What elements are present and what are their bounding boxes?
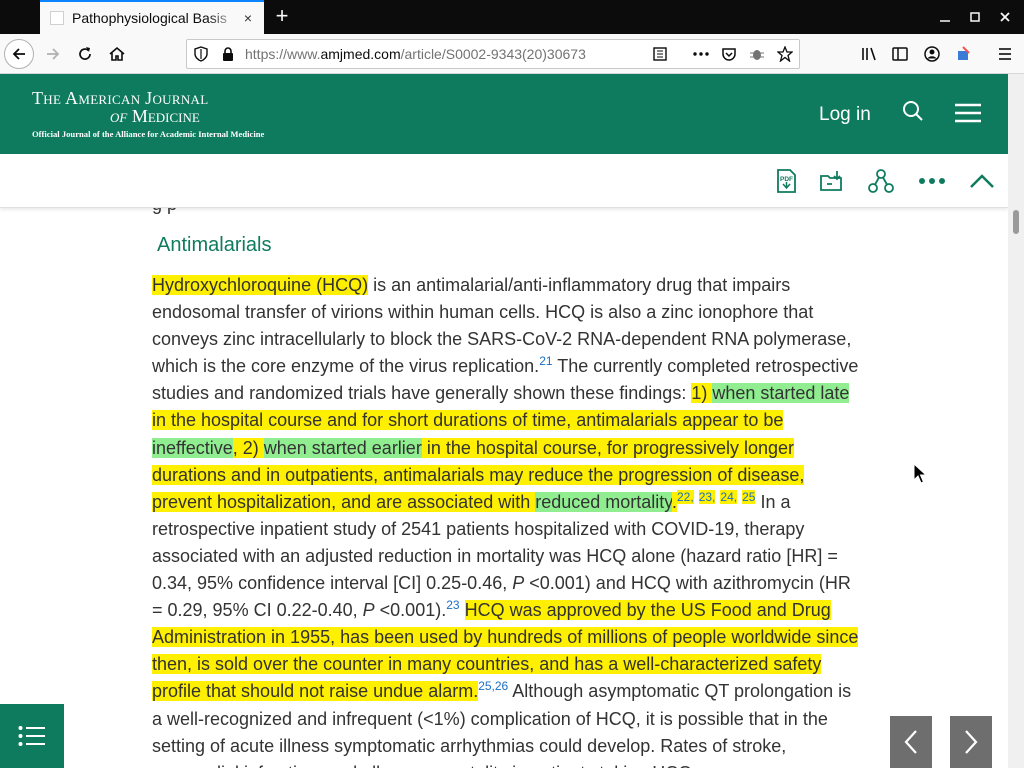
chevron-right-icon bbox=[965, 730, 978, 754]
back-arrow-icon bbox=[12, 48, 25, 60]
highlight-text: , 2) bbox=[232, 437, 264, 458]
table-of-contents-button[interactable] bbox=[0, 704, 64, 768]
highlight-text: Hydroxychloroquine (HCQ) bbox=[152, 275, 369, 295]
next-article-button[interactable] bbox=[950, 716, 992, 768]
window-minimize-button[interactable] bbox=[930, 0, 960, 34]
svg-text:PDF: PDF bbox=[780, 176, 793, 183]
logo-of: of bbox=[110, 106, 128, 126]
highlight-text-green: when started late bbox=[712, 383, 850, 404]
paragraph-text: <0.001). bbox=[374, 600, 447, 621]
folder-download-icon bbox=[820, 171, 842, 191]
sidebar-icon bbox=[892, 47, 908, 61]
bookmark-star-icon[interactable] bbox=[777, 46, 793, 62]
more-options-button[interactable] bbox=[917, 166, 947, 196]
url-path: /article/S0002-9343(20)30673 bbox=[400, 46, 586, 62]
library-icon bbox=[862, 47, 876, 61]
share-network-icon bbox=[868, 169, 894, 193]
section-title: Antimalarials bbox=[157, 234, 272, 256]
close-icon bbox=[1000, 12, 1010, 22]
page-favicon-icon bbox=[50, 11, 64, 25]
highlight-text-green: reduced mortality bbox=[535, 491, 672, 512]
p-value-symbol: P bbox=[362, 600, 375, 621]
home-button[interactable] bbox=[102, 39, 132, 69]
save-to-folder-button[interactable] bbox=[817, 166, 847, 196]
url-domain: amjmed.com bbox=[320, 46, 401, 62]
tab-title: Pathophysiological Basis bbox=[72, 10, 227, 26]
browser-tab-active[interactable]: Pathophysiological Basis × bbox=[40, 0, 264, 34]
page-actions-icon[interactable] bbox=[692, 46, 710, 62]
reference-link[interactable]: 23, bbox=[698, 489, 716, 504]
article-paragraph: Hydroxychloroquine (HCQ) is an antimalar… bbox=[152, 272, 862, 768]
reference-link[interactable]: 25 bbox=[742, 489, 756, 504]
chevron-up-icon bbox=[970, 174, 994, 188]
library-button[interactable] bbox=[854, 39, 884, 69]
logo-tagline: Official Journal of the Alliance for Aca… bbox=[32, 129, 265, 139]
forward-button[interactable] bbox=[38, 39, 68, 69]
new-tab-button[interactable]: + bbox=[270, 5, 294, 29]
reference-link[interactable]: 23 bbox=[446, 598, 459, 612]
sidebar-button[interactable] bbox=[885, 39, 915, 69]
browser-tab-bar: Pathophysiological Basis × + bbox=[0, 0, 1024, 34]
login-link[interactable]: Log in bbox=[819, 104, 871, 126]
collapse-toolbar-button[interactable] bbox=[967, 166, 997, 196]
reference-link[interactable]: 24, bbox=[720, 489, 738, 504]
outline-list-icon bbox=[18, 726, 45, 746]
reference-link[interactable]: 25,26 bbox=[478, 679, 508, 693]
site-menu-icon[interactable] bbox=[954, 103, 982, 123]
p-value-symbol: P bbox=[512, 573, 525, 594]
url-bar[interactable]: https://www.amjmed.com/article/S0002-934… bbox=[186, 39, 800, 69]
clipped-previous-line: g p bbox=[152, 208, 177, 215]
maximize-icon bbox=[970, 12, 980, 22]
extension-icon bbox=[958, 46, 970, 60]
window-close-button[interactable] bbox=[990, 0, 1020, 34]
site-header: The American Journal of Medicine Officia… bbox=[0, 74, 1008, 154]
home-icon bbox=[109, 46, 125, 61]
article-toolbar: PDF bbox=[0, 154, 1008, 208]
more-dots-icon bbox=[919, 178, 945, 184]
pdf-icon: PDF bbox=[777, 169, 796, 193]
pocket-icon[interactable] bbox=[721, 46, 737, 62]
url-text[interactable]: https://www.amjmed.com/article/S0002-934… bbox=[245, 46, 645, 62]
journal-logo[interactable]: The American Journal of Medicine Officia… bbox=[32, 88, 264, 139]
reader-view-icon[interactable] bbox=[652, 46, 668, 62]
logo-medicine: Medicine bbox=[131, 106, 200, 126]
reload-icon bbox=[79, 47, 91, 60]
page-scrollbar[interactable] bbox=[1008, 74, 1024, 768]
account-icon bbox=[924, 46, 940, 62]
tab-close-icon[interactable]: × bbox=[240, 10, 256, 26]
article-content: g p Antimalarials Hydroxychloroquine (HC… bbox=[0, 208, 1008, 768]
share-button[interactable] bbox=[866, 166, 896, 196]
logo-title-line2: of Medicine bbox=[110, 106, 264, 127]
lock-icon[interactable] bbox=[221, 46, 235, 62]
mouse-cursor-icon bbox=[913, 463, 927, 484]
highlight-text: 1) bbox=[691, 383, 713, 404]
hamburger-menu-icon bbox=[999, 48, 1011, 60]
reference-link[interactable]: 22, bbox=[676, 489, 694, 504]
url-prefix: https://www. bbox=[245, 46, 321, 62]
back-button[interactable] bbox=[4, 39, 34, 69]
reload-button[interactable] bbox=[70, 39, 100, 69]
reference-link[interactable]: 21 bbox=[539, 354, 552, 368]
previous-article-button[interactable] bbox=[890, 716, 932, 768]
minimize-icon bbox=[940, 20, 950, 22]
highlight-text-green: ineffective bbox=[152, 437, 233, 458]
chevron-left-icon bbox=[904, 730, 917, 754]
highlight-text-green: when started earlier bbox=[263, 437, 422, 458]
pdf-download-button[interactable]: PDF bbox=[771, 166, 801, 196]
window-maximize-button[interactable] bbox=[960, 0, 990, 34]
forward-arrow-icon bbox=[47, 48, 60, 60]
highlight-text: in the hospital course and for short dur… bbox=[152, 410, 784, 431]
tracking-shield-icon[interactable] bbox=[193, 46, 209, 62]
extension-button[interactable] bbox=[949, 39, 979, 69]
scrollbar-thumb[interactable] bbox=[1013, 210, 1019, 234]
bug-extension-icon[interactable] bbox=[749, 46, 765, 62]
paragraph-text bbox=[460, 600, 465, 620]
app-menu-button[interactable] bbox=[990, 39, 1020, 69]
search-icon[interactable] bbox=[902, 100, 924, 122]
account-button[interactable] bbox=[917, 39, 947, 69]
browser-nav-bar: https://www.amjmed.com/article/S0002-934… bbox=[0, 34, 1024, 74]
